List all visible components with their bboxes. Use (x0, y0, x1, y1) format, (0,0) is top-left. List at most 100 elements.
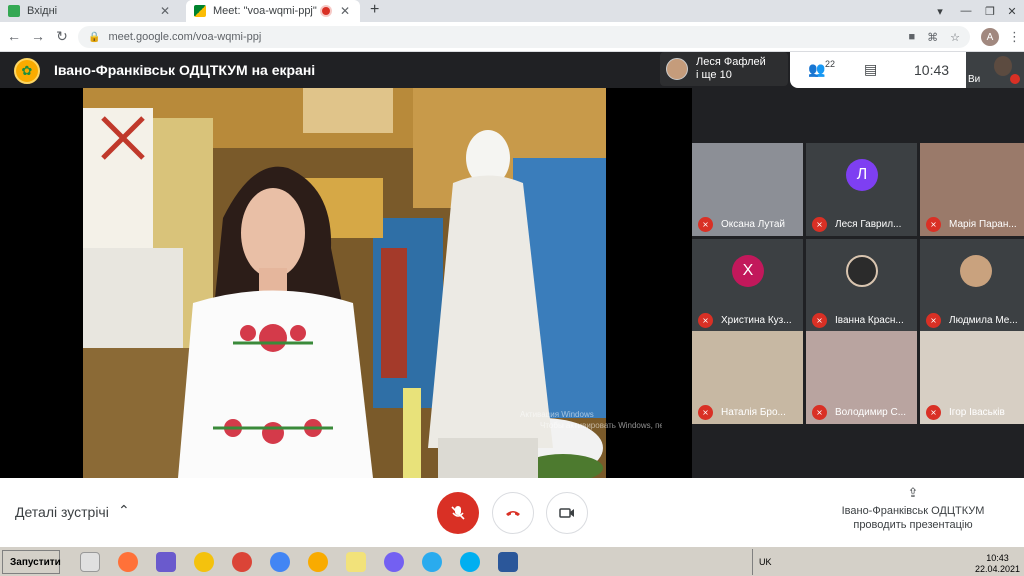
skype-icon[interactable] (460, 552, 480, 572)
media-player-icon[interactable] (80, 552, 100, 572)
info-panel: 👥 22 ▤ 10:43 (790, 52, 966, 88)
participants-grid: ⨯ Оксана Лутай Л ⨯ Леся Гаврил... ⨯ Марія П… (692, 88, 1024, 478)
presentation-title: Івано-Франківськ ОДЦТКУМ на екрані (54, 62, 316, 78)
telegram-icon[interactable] (422, 552, 442, 572)
firefox-icon[interactable] (118, 552, 138, 572)
participant-tile[interactable]: ⨯ Іванна Красн... (806, 239, 917, 332)
video-camera-icon (559, 508, 574, 518)
windows-activation-watermark: Активация Windows (520, 410, 594, 419)
mic-off-icon (1010, 74, 1020, 84)
people-count: 22 (825, 59, 836, 69)
chrome-icon[interactable] (270, 552, 290, 572)
participant-name: Леся Гаврил... (835, 218, 902, 230)
mic-off-icon: ⨯ (926, 216, 941, 232)
participant-tile[interactable]: ⨯ Людмила Ме... (920, 239, 1024, 332)
camera-permission-icon[interactable]: ■ (908, 31, 915, 44)
system-tray: UK 10:43 22.04.2021 (752, 549, 1022, 575)
forward-icon[interactable]: → (28, 28, 48, 44)
language-indicator[interactable]: UK (759, 557, 772, 567)
meeting-details-button[interactable]: Деталі зустрічі (15, 504, 109, 520)
tab-search-icon[interactable]: ▾ (928, 0, 952, 22)
mic-off-icon: ⨯ (812, 404, 827, 420)
hang-up-icon (506, 511, 520, 516)
app-icon[interactable] (308, 552, 328, 572)
profile-avatar[interactable]: A (981, 28, 999, 46)
participant-name: Людмила Ме... (949, 314, 1018, 326)
close-tab-icon[interactable]: ✕ (338, 4, 352, 18)
bookmark-star-icon[interactable]: ☆ (950, 31, 960, 44)
presenter-logo: ✿ (14, 58, 40, 84)
lock-icon[interactable]: 🔒 (88, 32, 100, 43)
self-video (994, 56, 1012, 76)
participant-name: Христина Куз... (721, 314, 792, 326)
app-icon[interactable] (194, 552, 214, 572)
app-icon[interactable] (156, 552, 176, 572)
address-bar[interactable]: 🔒 meet.google.com/voa-wqmi-ppj ■ ⌘ ☆ (78, 26, 970, 48)
participant-name: Ігор Іваськів (949, 406, 1005, 418)
new-tab-button[interactable]: + (370, 1, 379, 19)
mic-toggle-button[interactable] (437, 492, 479, 534)
os-taskbar: Запустити UK 10:43 22.04.2021 (0, 546, 1024, 576)
chat-icon[interactable]: ▤ (864, 61, 877, 78)
participant-tile[interactable]: Л ⨯ Леся Гаврил... (806, 143, 917, 236)
tab-meet[interactable]: Meet: "voa-wqmi-ppj" ✕ (186, 0, 360, 22)
browser-menu-icon[interactable]: ⋮ (1008, 29, 1021, 45)
translate-icon[interactable]: ⌘ (927, 31, 938, 44)
participant-tile[interactable]: ⨯ Наталія Бро... (692, 331, 803, 424)
participants-chip[interactable]: Леся Фафлей і ще 10 (660, 52, 788, 86)
reload-icon[interactable]: ↻ (52, 28, 72, 45)
navigation-bar: ← → ↻ 🔒 meet.google.com/voa-wqmi-ppj ■ ⌘… (0, 22, 1024, 52)
participant-tile[interactable]: Х ⨯ Христина Куз... (692, 239, 803, 332)
chevron-up-icon[interactable]: ⌃ (118, 502, 130, 519)
mic-off-icon (451, 506, 465, 520)
avatar: Х (732, 255, 764, 287)
chip-line1: Леся Фафлей (696, 56, 766, 68)
presenting-line2: проводить презентацію (853, 519, 973, 531)
minimize-icon[interactable]: — (954, 0, 978, 22)
maximize-icon[interactable]: ❐ (978, 0, 1002, 22)
start-button[interactable]: Запустити (2, 550, 61, 574)
participant-tile[interactable]: ⨯ Володимир С... (806, 331, 917, 424)
participant-tile[interactable]: ⨯ Оксана Лутай (692, 143, 803, 236)
self-view-tile[interactable]: Ви (966, 52, 1024, 88)
word-icon[interactable] (498, 552, 518, 572)
tray-time: 10:43 (986, 553, 1009, 563)
people-icon[interactable]: 👥 (808, 61, 825, 78)
tray-clock[interactable]: 10:43 22.04.2021 (975, 553, 1020, 575)
mic-off-icon: ⨯ (926, 312, 941, 328)
back-icon[interactable]: ← (4, 28, 24, 44)
presenting-status[interactable]: ⇪ Івано-Франківськ ОДЦТКУМ проводить пре… (820, 486, 1006, 532)
present-screen-icon: ⇪ (907, 485, 919, 500)
url-text: meet.google.com/voa-wqmi-ppj (108, 31, 262, 43)
mic-off-icon: ⨯ (812, 312, 827, 328)
tab-inbox[interactable]: Вхідні ✕ (0, 0, 180, 22)
tab-title: Вхідні (27, 5, 58, 17)
leave-call-button[interactable] (492, 492, 534, 534)
meet-header: ✿ Івано-Франківськ ОДЦТКУМ на екрані Лес… (0, 52, 1024, 88)
mic-off-icon: ⨯ (698, 216, 713, 232)
presenting-line1: Івано-Франківськ ОДЦТКУМ (841, 505, 985, 517)
gmail-icon (8, 5, 20, 17)
close-tab-icon[interactable]: ✕ (158, 4, 172, 18)
tab-title: Meet: "voa-wqmi-ppj" (213, 5, 317, 17)
windows-activation-hint: Чтобы активировать Windows, перейдите в … (540, 421, 662, 430)
avatar (960, 255, 992, 287)
participant-name: Володимир С... (835, 406, 907, 418)
chip-line2: і ще 10 (696, 69, 732, 81)
chrome-icon[interactable] (232, 552, 252, 572)
start-label: Запустити (10, 556, 61, 568)
participant-tile[interactable]: ⨯ Ігор Іваськів (920, 331, 1024, 424)
participant-tile[interactable]: ⨯ Марія Паран... (920, 143, 1024, 236)
avatar (846, 255, 878, 287)
folder-icon[interactable] (346, 552, 366, 572)
close-window-icon[interactable]: ✕ (1000, 0, 1024, 22)
presentation-video (83, 88, 606, 478)
meeting-clock: 10:43 (914, 62, 950, 78)
meet-icon (194, 5, 206, 17)
browser-tab-strip: Вхідні ✕ Meet: "voa-wqmi-ppj" ✕ + ▾ — ❐ … (0, 0, 1024, 22)
camera-toggle-button[interactable] (546, 492, 588, 534)
mic-off-icon: ⨯ (698, 312, 713, 328)
viber-icon[interactable] (384, 552, 404, 572)
participant-name: Марія Паран... (949, 218, 1017, 230)
avatar (666, 58, 688, 80)
